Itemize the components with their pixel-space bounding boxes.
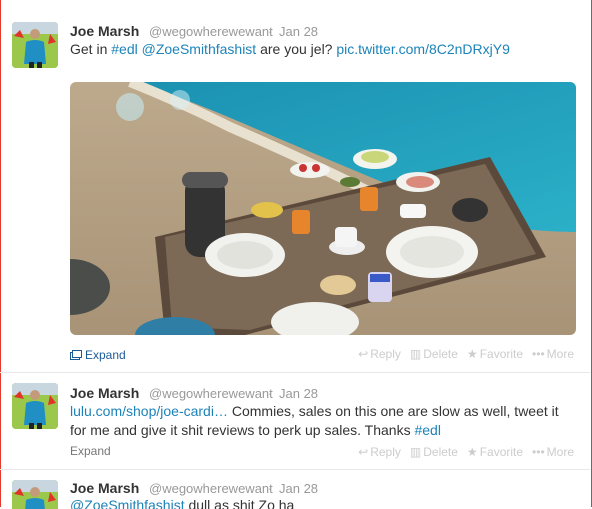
more-button[interactable]: ••• More [532, 347, 574, 361]
star-icon: ★ [466, 445, 478, 459]
tweet-actions: ↩ Reply ▥ Delete ★ Favorite ••• More [358, 445, 574, 459]
url-link[interactable]: lulu.com/shop/joe-cardi… [70, 403, 228, 419]
separator-dot: · [268, 481, 273, 496]
delete-label: Delete [423, 445, 458, 459]
tweet-1[interactable]: Joe Marsh @wegowherewewant · Jan 28 Get … [0, 0, 590, 370]
tweet-text: @ZoeSmithfashist dull as shit Zo ha [70, 496, 575, 509]
delete-icon: ▥ [409, 445, 422, 459]
tweet-text-part: are you jel? [256, 41, 337, 57]
delete-icon: ▥ [409, 347, 422, 361]
expand-link[interactable]: Expand [70, 348, 126, 362]
tweet-text: Get in #edl @ZoeSmithfashist are you jel… [70, 40, 575, 59]
expand-label: Expand [70, 444, 111, 458]
more-label: More [546, 347, 574, 361]
separator-dot: · [268, 24, 273, 39]
delete-label: Delete [423, 347, 458, 361]
tweet-photo[interactable] [70, 82, 576, 335]
author-handle[interactable]: @wegowherewewant [149, 386, 273, 401]
tweet-2[interactable]: Joe Marsh @wegowherewewant · Jan 28 lulu… [0, 373, 590, 468]
tweet-text-part: Get in [70, 41, 112, 57]
reply-button[interactable]: ↩ Reply [358, 347, 401, 361]
tweet-text: lulu.com/shop/joe-cardi… Commies, sales … [70, 402, 570, 440]
favorite-button[interactable]: ★ Favorite [467, 445, 523, 459]
delete-button[interactable]: ▥ Delete [410, 445, 458, 459]
author-handle[interactable]: @wegowherewewant [149, 24, 273, 39]
expand-label: Expand [85, 348, 126, 362]
reply-icon: ↩ [358, 347, 369, 361]
mention-link[interactable]: @ZoeSmithfashist [70, 497, 185, 509]
favorite-label: Favorite [479, 445, 524, 459]
more-button[interactable]: ••• More [532, 445, 574, 459]
mention-link[interactable]: @ZoeSmithfashist [142, 41, 257, 57]
star-icon: ★ [466, 347, 478, 361]
reply-label: Reply [370, 347, 401, 361]
author-name[interactable]: Joe Marsh [70, 480, 139, 496]
separator-dot: · [268, 386, 273, 401]
author-name[interactable]: Joe Marsh [70, 385, 139, 401]
reply-icon: ↩ [358, 445, 369, 459]
reply-button[interactable]: ↩ Reply [358, 445, 401, 459]
more-label: More [546, 445, 574, 459]
avatar[interactable] [12, 22, 58, 68]
hashtag-link[interactable]: #edl [414, 422, 440, 438]
author-name[interactable]: Joe Marsh [70, 23, 139, 39]
delete-button[interactable]: ▥ Delete [410, 347, 458, 361]
tweet-date[interactable]: Jan 28 [279, 24, 318, 39]
avatar[interactable] [12, 383, 58, 429]
hashtag-link[interactable]: #edl [111, 41, 137, 57]
reply-label: Reply [370, 445, 401, 459]
media-link[interactable]: pic.twitter.com/8C2nDRxjY9 [336, 41, 510, 57]
avatar[interactable] [12, 480, 58, 509]
favorite-button[interactable]: ★ Favorite [467, 347, 523, 361]
tweet-date[interactable]: Jan 28 [279, 386, 318, 401]
tweet-3[interactable]: Joe Marsh @wegowherewewant · Jan 28 @Zoe… [0, 470, 590, 509]
tweet-date[interactable]: Jan 28 [279, 481, 318, 496]
tweet-actions: ↩ Reply ▥ Delete ★ Favorite ••• More [358, 347, 574, 361]
tweet-text-part: dull as shit Zo ha [184, 497, 295, 509]
favorite-label: Favorite [479, 347, 524, 361]
more-icon: ••• [532, 347, 545, 361]
more-icon: ••• [532, 445, 545, 459]
expand-link[interactable]: Expand [70, 444, 111, 458]
author-handle[interactable]: @wegowherewewant [149, 481, 273, 496]
expand-icon [70, 350, 82, 360]
